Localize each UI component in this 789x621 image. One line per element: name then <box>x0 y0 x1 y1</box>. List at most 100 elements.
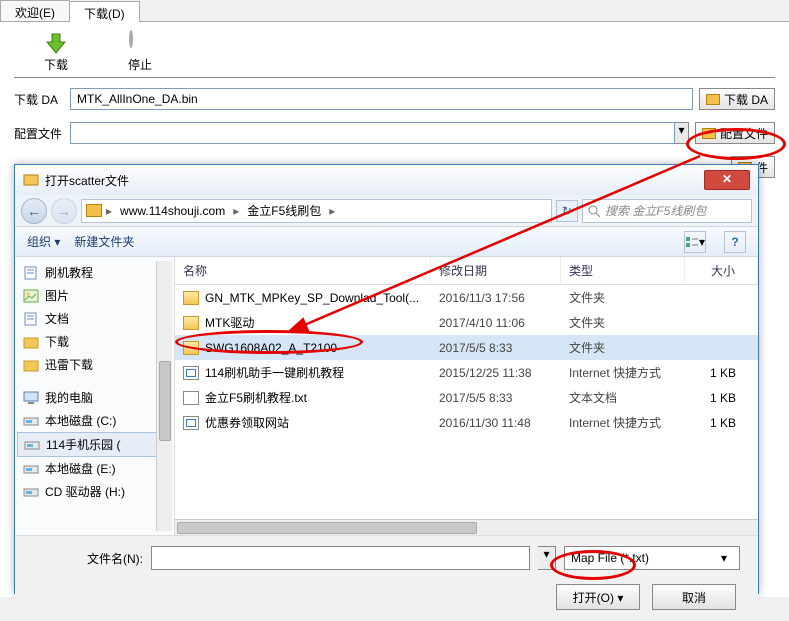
refresh-icon: ↻ <box>562 204 572 218</box>
file-size <box>685 346 758 350</box>
chevron-down-icon: ▾ <box>715 551 733 565</box>
close-button[interactable]: ✕ <box>704 170 750 190</box>
filename-input[interactable] <box>151 546 530 570</box>
doc-icon <box>23 312 39 326</box>
organize-menu[interactable]: 组织 ▾ <box>27 233 60 250</box>
refresh-button[interactable]: ↻ <box>556 200 578 222</box>
pathbar: ← → ▸ www.114shouji.com ▸ 金立F5线刷包 ▸ ↻ 搜索… <box>15 195 758 227</box>
sidebar-item-label: 迅雷下载 <box>45 356 93 373</box>
file-date: 2016/11/3 17:56 <box>431 289 561 307</box>
da-input[interactable] <box>70 88 693 110</box>
tab-download[interactable]: 下载(D) <box>69 1 140 22</box>
file-size: 1 KB <box>685 389 758 407</box>
file-type: 文件夹 <box>561 337 685 358</box>
file-type: Internet 快捷方式 <box>561 412 685 433</box>
toolbar: 下载 停止 <box>14 26 775 78</box>
file-row[interactable]: 114刷机助手一键刷机教程 2015/12/25 11:38Internet 快捷… <box>175 360 758 385</box>
file-name: SWG1608A02_A_T2100 <box>205 341 337 355</box>
file-list-header: 名称 修改日期 类型 大小 <box>175 257 758 285</box>
drive-icon <box>23 414 39 428</box>
file-row[interactable]: 金立F5刷机教程.txt2017/5/5 8:33文本文档1 KB <box>175 385 758 410</box>
file-name: 金立F5刷机教程.txt <box>205 389 307 406</box>
chevron-right-icon: ▸ <box>233 204 239 218</box>
drive-icon <box>23 462 39 476</box>
sidebar-drive[interactable]: 本地磁盘 (C:) <box>17 409 172 432</box>
file-type: 文件夹 <box>561 287 685 308</box>
file-type: 文件夹 <box>561 312 685 333</box>
column-date[interactable]: 修改日期 <box>431 257 561 284</box>
arrow-right-icon: → <box>57 203 71 219</box>
dialog-title: 打开scatter文件 <box>45 172 129 189</box>
sidebar-item-label: 图片 <box>45 287 69 304</box>
file-name: 优惠券领取网站 <box>205 414 289 431</box>
organize-bar: 组织 ▾ 新建文件夹 ▾ ? <box>15 227 758 257</box>
search-input[interactable]: 搜索 金立F5线刷包 <box>582 199 752 223</box>
folder-icon <box>702 128 716 139</box>
file-list-scrollbar-h[interactable] <box>175 519 758 535</box>
chevron-right-icon: ▸ <box>106 204 112 218</box>
breadcrumb-item[interactable]: www.114shouji.com <box>116 204 229 218</box>
drive-icon <box>24 438 40 452</box>
breadcrumb-item[interactable]: 金立F5线刷包 <box>243 202 325 219</box>
file-name: MTK驱动 <box>205 314 254 331</box>
file-row[interactable]: GN_MTK_MPKey_SP_Downlad_Tool(... 2016/11/… <box>175 285 758 310</box>
folder-icon <box>23 358 39 372</box>
folder-icon <box>23 335 39 349</box>
sidebar-item-label: 下载 <box>45 333 69 350</box>
sidebar-item[interactable]: 下载 <box>17 330 172 353</box>
sidebar-drive[interactable]: 114手机乐园 ( <box>17 432 172 457</box>
da-browse-button[interactable]: 下载 DA <box>699 88 775 110</box>
sidebar-item-label: 本地磁盘 (C:) <box>45 412 116 429</box>
config-label: 配置文件 <box>14 125 70 142</box>
stop-button[interactable]: 停止 <box>128 32 152 73</box>
folder-icon <box>183 291 199 305</box>
new-folder-button[interactable]: 新建文件夹 <box>74 233 134 250</box>
view-options-button[interactable]: ▾ <box>684 231 706 253</box>
file-date: 2016/11/30 11:48 <box>431 414 561 432</box>
filename-dropdown-icon[interactable]: ▾ <box>538 546 556 570</box>
file-row[interactable]: 优惠券领取网站2016/11/30 11:48Internet 快捷方式1 KB <box>175 410 758 435</box>
breadcrumb[interactable]: ▸ www.114shouji.com ▸ 金立F5线刷包 ▸ <box>81 199 552 223</box>
sidebar-item-label: 文档 <box>45 310 69 327</box>
sidebar-scrollbar[interactable] <box>156 261 172 531</box>
file-row[interactable]: MTK驱动2017/4/10 11:06文件夹 <box>175 310 758 335</box>
column-name[interactable]: 名称 <box>175 257 431 284</box>
download-button[interactable]: 下载 <box>44 32 68 73</box>
back-button[interactable]: ← <box>21 198 47 224</box>
url-shortcut-icon <box>183 366 199 380</box>
tab-welcome[interactable]: 欢迎(E) <box>0 0 70 21</box>
file-filter-select[interactable]: Map File (*.txt) ▾ <box>564 546 740 570</box>
help-button[interactable]: ? <box>724 231 746 253</box>
file-row[interactable]: SWG1608A02_A_T21002017/5/5 8:33文件夹 <box>175 335 758 360</box>
forward-button[interactable]: → <box>51 198 77 224</box>
doc-icon <box>23 266 39 280</box>
download-label: 下载 <box>44 56 68 73</box>
file-size: 1 KB <box>685 364 758 382</box>
file-name: GN_MTK_MPKey_SP_Downlad_Tool(... <box>205 291 419 305</box>
sidebar-item[interactable]: 刷机教程 <box>17 261 172 284</box>
column-size[interactable]: 大小 <box>685 257 758 284</box>
sidebar-drive[interactable]: CD 驱动器 (H:) <box>17 480 172 503</box>
scroll-thumb[interactable] <box>177 522 477 534</box>
sidebar-item-label: 刷机教程 <box>45 264 93 281</box>
url-shortcut-icon <box>183 416 199 430</box>
sidebar-group-computer[interactable]: 我的电脑 <box>17 386 172 409</box>
config-input[interactable] <box>70 122 675 144</box>
file-list: 名称 修改日期 类型 大小 GN_MTK_MPKey_SP_Downlad_To… <box>175 257 758 535</box>
folder-icon <box>86 204 102 217</box>
sidebar-drive[interactable]: 本地磁盘 (E:) <box>17 457 172 480</box>
open-button[interactable]: 打开(O) ▾ <box>556 584 640 610</box>
file-type: Internet 快捷方式 <box>561 362 685 383</box>
config-browse-button[interactable]: 配置文件 <box>695 122 775 144</box>
arrow-left-icon: ← <box>27 203 41 219</box>
file-date: 2015/12/25 11:38 <box>431 364 561 382</box>
file-name: 114刷机助手一键刷机教程 <box>205 364 344 381</box>
config-dropdown-icon[interactable]: ▾ <box>675 122 689 144</box>
sidebar-item[interactable]: 图片 <box>17 284 172 307</box>
cancel-button[interactable]: 取消 <box>652 584 736 610</box>
window-icon <box>23 172 39 188</box>
sidebar-item[interactable]: 迅雷下载 <box>17 353 172 376</box>
scroll-thumb[interactable] <box>159 361 171 441</box>
sidebar-item[interactable]: 文档 <box>17 307 172 330</box>
column-type[interactable]: 类型 <box>561 257 685 284</box>
